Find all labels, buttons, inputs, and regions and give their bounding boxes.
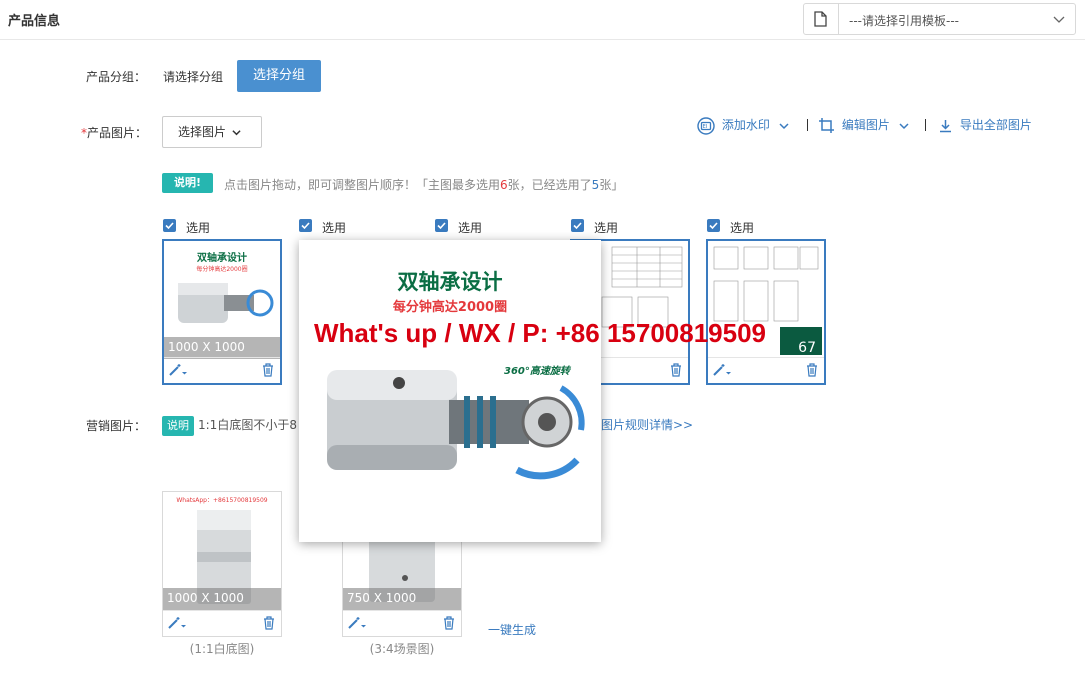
template-select[interactable]: ---请选择引用模板---: [803, 3, 1076, 35]
hint-text-after: 张」: [599, 178, 624, 192]
select-images-label: 选择图片: [178, 125, 227, 139]
edit-image-button[interactable]: 编辑图片: [819, 116, 909, 133]
marketing-image-caption: (1:1白底图): [189, 642, 255, 656]
document-icon: [814, 11, 827, 30]
image-rules-link[interactable]: 图片规则详情>>: [601, 416, 693, 433]
chevron-down-icon: [779, 122, 789, 129]
hint-text-mid: 张，已经选用了: [507, 178, 592, 192]
trash-icon[interactable]: [263, 616, 275, 633]
image-size: 1000 X 1000: [163, 588, 281, 610]
thumb-actions: [708, 357, 824, 383]
select-checkbox[interactable]: [435, 219, 448, 232]
select-images-button[interactable]: 选择图片: [162, 116, 262, 148]
select-label: 选用: [458, 221, 483, 235]
edit-image-label: 编辑图片: [841, 118, 890, 132]
select-label: 选用: [730, 221, 755, 235]
magic-wand-icon[interactable]: [712, 363, 732, 380]
crop-icon: [819, 118, 834, 133]
product-image-thumb[interactable]: 67: [706, 239, 826, 385]
export-all-images-label: 导出全部图片: [959, 118, 1032, 132]
product-group-label: 产品分组：: [86, 70, 147, 84]
whatsapp-label: WhatsApp：+8615700819509: [176, 497, 267, 504]
marketing-images-label: 营销图片：: [86, 419, 147, 433]
download-icon: [940, 119, 951, 132]
toolbar-divider: [807, 119, 808, 131]
add-watermark-label: 添加水印: [721, 118, 770, 132]
watermark-icon: EI: [697, 116, 715, 135]
section-header: 产品信息 ---请选择引用模板---: [0, 0, 1085, 40]
thumb-actions: [343, 610, 461, 636]
trash-icon[interactable]: [262, 363, 274, 380]
image-size: 1000 X 1000: [164, 337, 280, 359]
toolbar-divider: [925, 119, 926, 131]
select-label: 选用: [186, 221, 211, 235]
trash-icon[interactable]: [443, 616, 455, 633]
product-images-label: 产品图片：: [87, 126, 148, 140]
product-group-value: 请选择分组: [163, 70, 224, 84]
thumb-subheading: 每分钟高达2000圈: [196, 265, 247, 273]
hint-text-before: 点击图片拖动，即可调整图片顺序！「主图最多选用: [224, 178, 501, 192]
one-click-generate-link[interactable]: 一键生成: [488, 621, 536, 638]
image-size: 750 X 1000: [343, 588, 461, 610]
hint-badge: 说明!: [162, 173, 213, 193]
export-all-images-button[interactable]: 导出全部图片: [939, 116, 1032, 133]
hint-text: 点击图片拖动，即可调整图片顺序！「主图最多选用6张，已经选用了5张」: [224, 176, 623, 193]
select-checkbox[interactable]: [707, 219, 720, 232]
chevron-down-icon: [899, 122, 909, 129]
svg-text:EI: EI: [703, 124, 708, 130]
contact-watermark: What's up / WX / P: +86 15700819509: [314, 318, 767, 348]
magic-wand-icon[interactable]: [167, 616, 187, 633]
marketing-image-thumb[interactable]: WhatsApp：+8615700819509 1000 X 1000: [162, 491, 282, 637]
product-illustration: [327, 370, 585, 480]
product-images-label-row: *产品图片：: [81, 124, 147, 141]
template-select-value: ---请选择引用模板---: [849, 14, 959, 28]
select-group-button[interactable]: 选择分组: [237, 60, 321, 92]
trash-icon[interactable]: [670, 363, 682, 380]
thumb-actions: [163, 610, 281, 636]
marketing-hint-badge: 说明: [162, 416, 194, 436]
chevron-down-icon: [232, 130, 241, 136]
marketing-image-caption: (3:4场景图): [369, 642, 435, 656]
product-image-thumb[interactable]: 双轴承设计 每分钟高达2000圈 1000 X 1000: [162, 239, 282, 385]
select-label: 选用: [322, 221, 347, 235]
magic-wand-icon[interactable]: [168, 363, 188, 380]
select-label: 选用: [594, 221, 619, 235]
hint-max-count: 6: [500, 178, 508, 192]
select-divider: [838, 4, 839, 34]
thumb-heading: 双轴承设计: [197, 251, 247, 264]
trash-icon[interactable]: [806, 363, 818, 380]
image-preview-popup: 双轴承设计 每分钟高达2000圈 360°高速旋转: [299, 240, 601, 542]
marketing-hint-text: 1:1白底图不小于8: [198, 418, 297, 432]
select-checkbox[interactable]: [163, 219, 176, 232]
section-title: 产品信息: [8, 14, 61, 29]
magic-wand-icon[interactable]: [347, 616, 367, 633]
select-checkbox[interactable]: [299, 219, 312, 232]
chevron-down-icon: [1053, 13, 1065, 28]
add-watermark-button[interactable]: EI 添加水印: [697, 116, 789, 135]
thumb-actions: [164, 357, 280, 383]
select-checkbox[interactable]: [571, 219, 584, 232]
